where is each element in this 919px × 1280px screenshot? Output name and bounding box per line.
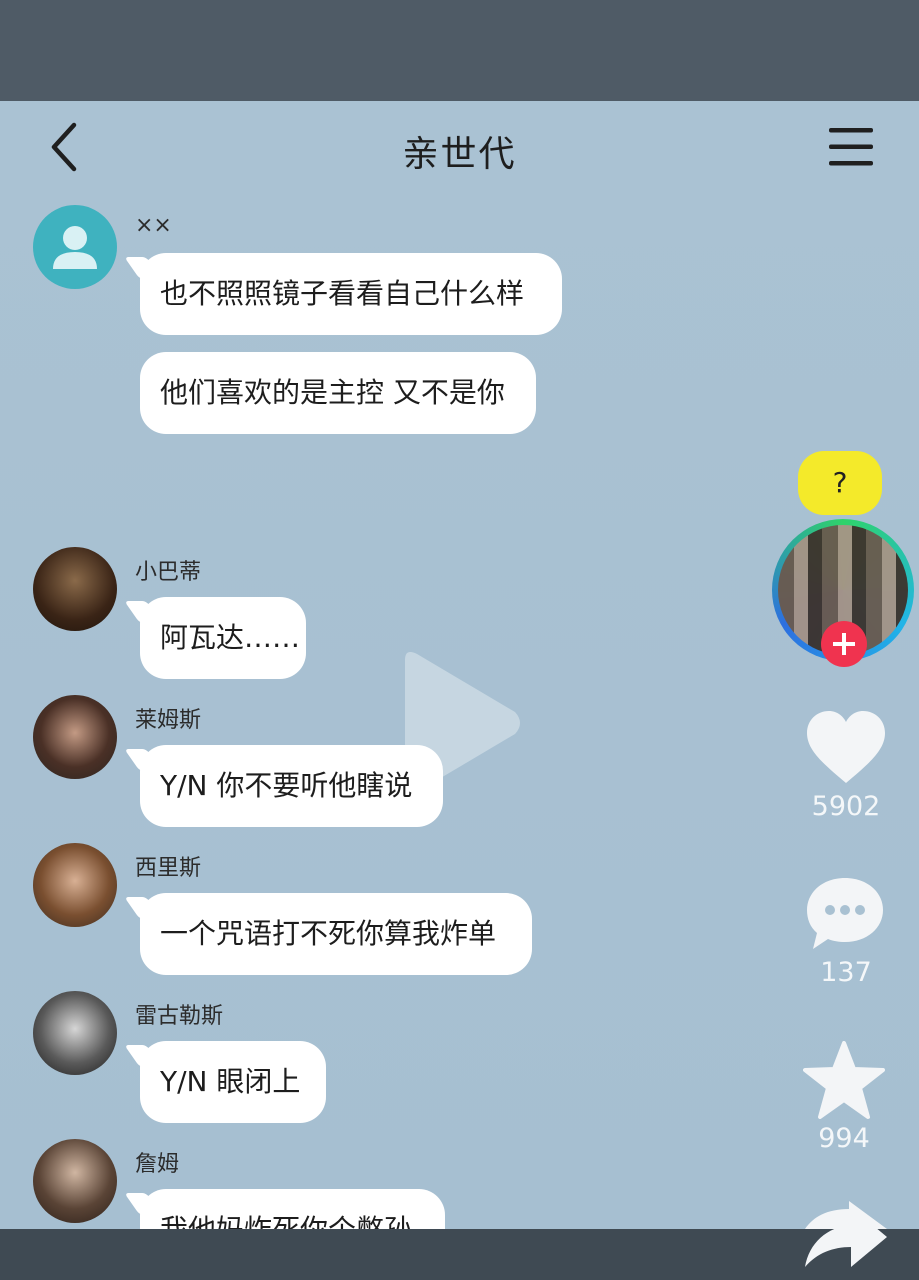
avatar-default[interactable] (33, 205, 117, 289)
sender-name: 雷古勒斯 (135, 1004, 224, 1029)
star-icon[interactable] (803, 1041, 885, 1119)
message-bubble[interactable]: 我他妈炸死你个憋孙 (140, 1189, 445, 1229)
avatar[interactable] (33, 547, 117, 631)
comment-count: 137 (820, 957, 872, 988)
status-bar (0, 0, 919, 101)
question-bubble[interactable]: ? (798, 451, 882, 515)
avatar[interactable] (33, 843, 117, 927)
message-bubble[interactable]: Y/N 眼闭上 (140, 1041, 326, 1123)
menu-icon[interactable] (826, 125, 876, 169)
favorite-count: 994 (818, 1123, 870, 1154)
message-bubble[interactable]: Y/N 你不要听他瞎说 (140, 745, 443, 827)
share-arrow-icon[interactable] (803, 1201, 889, 1271)
message-bubble[interactable]: 一个咒语打不死你算我炸单 (140, 893, 532, 975)
message-bubble[interactable]: 他们喜欢的是主控 又不是你 (140, 352, 536, 434)
sender-name: ×× (135, 213, 172, 238)
page-title: 亲世代 (402, 134, 517, 175)
follow-plus-icon[interactable] (821, 621, 867, 667)
sender-name: 莱姆斯 (135, 708, 202, 733)
sender-name: 小巴蒂 (135, 560, 202, 585)
avatar[interactable] (33, 1139, 117, 1223)
chat-screen: 亲世代 ×× 也不照照镜子看看自己什么样 他们喜欢的是主控 又不是你 小巴蒂 阿… (0, 101, 919, 1229)
message-bubble[interactable]: 也不照照镜子看看自己什么样 (140, 253, 562, 335)
comment-icon[interactable] (805, 876, 885, 952)
like-count: 5902 (811, 791, 881, 822)
sender-name: 詹姆 (135, 1152, 180, 1177)
sender-name: 西里斯 (135, 856, 202, 881)
navigation-bar (0, 1229, 919, 1280)
heart-icon[interactable] (805, 709, 887, 785)
message-bubble[interactable]: 阿瓦达…… (140, 597, 306, 679)
user-icon (53, 226, 97, 269)
avatar[interactable] (33, 991, 117, 1075)
avatar[interactable] (33, 695, 117, 779)
